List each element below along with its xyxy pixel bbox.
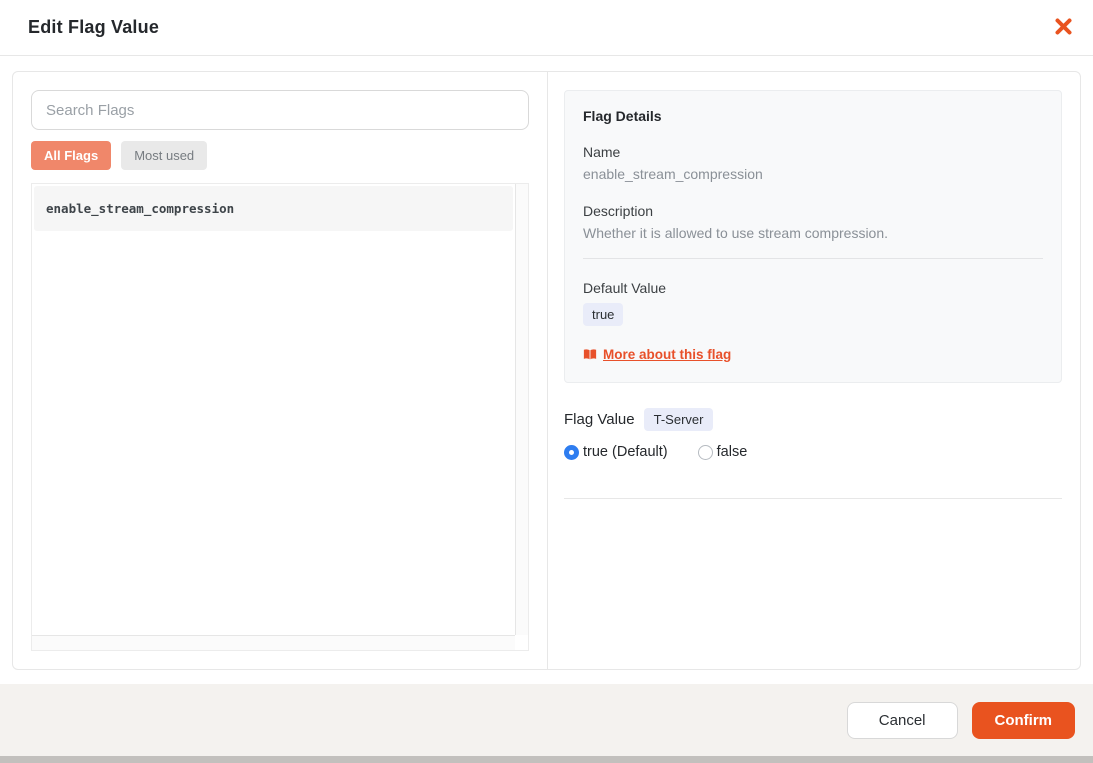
default-value-badge: true xyxy=(583,303,624,326)
flag-list-item-label: enable_stream_compression xyxy=(46,201,235,216)
dialog-header: Edit Flag Value xyxy=(0,0,1093,56)
dialog-footer: Cancel Confirm xyxy=(0,684,1093,756)
description-value: Whether it is allowed to use stream comp… xyxy=(583,225,889,241)
radio-option-false[interactable]: false xyxy=(697,444,748,460)
scope-badge: T-Server xyxy=(643,408,714,431)
radio-option-false-label: false xyxy=(716,444,748,460)
radio-checked-icon xyxy=(564,444,579,460)
flag-value-label: Flag Value xyxy=(564,411,635,428)
flag-list-container: enable_stream_compression xyxy=(31,183,529,651)
details-divider xyxy=(583,258,1043,259)
horizontal-scrollbar[interactable] xyxy=(32,635,515,650)
confirm-button[interactable]: Confirm xyxy=(971,701,1075,739)
dialog-title: Edit Flag Value xyxy=(28,17,160,37)
flag-value-options: true (Default) false xyxy=(564,444,1062,460)
flag-editor-card: All Flags Most used enable_stream_compre… xyxy=(12,71,1081,670)
tab-most-used[interactable]: Most used xyxy=(121,141,208,170)
tab-all-flags[interactable]: All Flags xyxy=(31,141,112,170)
close-icon xyxy=(1054,17,1073,39)
book-icon xyxy=(583,348,597,361)
close-button[interactable] xyxy=(1049,14,1077,42)
description-label: Description xyxy=(583,203,654,219)
flag-value-divider xyxy=(564,498,1062,499)
name-label: Name xyxy=(583,144,621,160)
default-value-label: Default Value xyxy=(583,280,667,296)
flag-list-item[interactable]: enable_stream_compression xyxy=(34,186,513,231)
vertical-scrollbar[interactable] xyxy=(515,184,528,635)
flag-list: enable_stream_compression xyxy=(32,184,515,635)
more-about-flag-link[interactable]: More about this flag xyxy=(603,347,731,362)
page-horizontal-scrollbar[interactable] xyxy=(0,756,1093,763)
radio-option-true-label: true (Default) xyxy=(583,444,668,460)
flag-value-section: Flag Value T-Server true (Default) false xyxy=(564,408,1062,499)
more-about-flag-row: More about this flag xyxy=(583,347,1043,362)
cancel-button[interactable]: Cancel xyxy=(846,701,958,739)
search-input[interactable] xyxy=(31,90,529,130)
name-value: enable_stream_compression xyxy=(583,166,763,182)
flag-filter-tabs: All Flags Most used xyxy=(31,141,529,170)
flag-detail-panel: Flag Details Name enable_stream_compress… xyxy=(548,72,1080,669)
radio-option-true[interactable]: true (Default) xyxy=(564,444,668,460)
radio-unchecked-icon xyxy=(697,444,713,460)
flag-list-panel: All Flags Most used enable_stream_compre… xyxy=(13,72,548,669)
flag-details-heading: Flag Details xyxy=(583,108,662,124)
flag-details-card: Flag Details Name enable_stream_compress… xyxy=(564,90,1062,383)
